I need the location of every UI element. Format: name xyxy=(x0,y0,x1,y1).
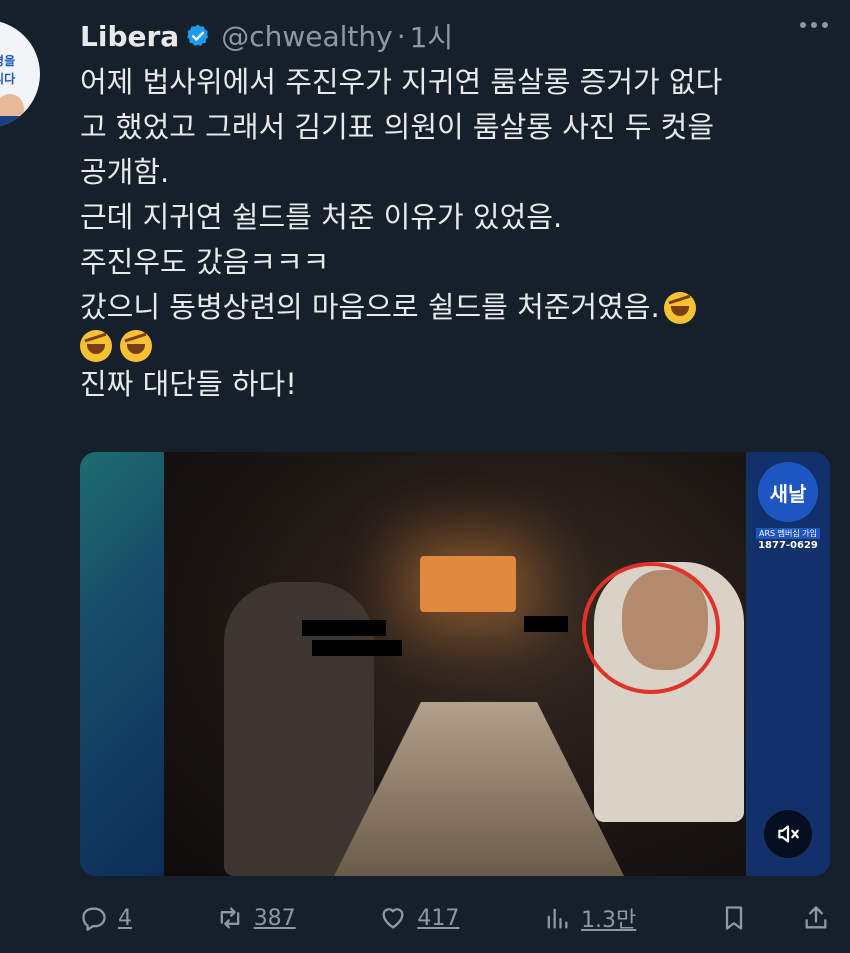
more-dot xyxy=(800,22,806,28)
table-lamp xyxy=(420,556,516,612)
tweet-text: 어제 법사위에서 주진우가 지귀연 룸살롱 증거가 없다 고 했었고 그래서 김… xyxy=(80,60,840,407)
heart-icon xyxy=(382,908,404,929)
highlight-circle xyxy=(582,562,720,694)
rofl-emoji-icon xyxy=(80,330,112,362)
mute-button[interactable] xyxy=(764,810,812,858)
avatar-text-1: 재명을 xyxy=(0,54,16,68)
bookmark-icon xyxy=(725,906,743,930)
share-button[interactable] xyxy=(802,904,830,932)
author-avatar[interactable]: 재명을 합니다 xyxy=(0,20,40,128)
reply-button[interactable]: 4 xyxy=(80,904,132,932)
verified-badge-icon xyxy=(187,24,209,46)
volume-muted-icon xyxy=(778,825,799,843)
channel-logo: 새날 xyxy=(758,462,818,522)
censor-bar xyxy=(312,640,402,656)
emoji-line xyxy=(80,330,840,362)
avatar-suit xyxy=(0,116,32,128)
tweet-line: 근데 지귀연 쉴드를 처준 이유가 있었음. xyxy=(80,200,563,234)
avatar-text-2: 합니다 xyxy=(0,72,16,86)
tweet-line-text: 갔으니 동병상련의 마음으로 쉴드를 처준거였음. xyxy=(80,290,660,324)
dining-table xyxy=(334,702,624,876)
bookmark-button[interactable] xyxy=(720,904,748,932)
tweet-timestamp[interactable]: 1시 xyxy=(410,16,454,56)
channel-logo-sub: ARS 멤버십 가입 xyxy=(756,528,820,539)
censor-bar xyxy=(302,620,386,636)
tweet-line: 공개함. xyxy=(80,155,170,189)
analytics-icon xyxy=(547,908,568,929)
video-side-panel xyxy=(80,452,164,876)
repost-icon xyxy=(220,907,240,929)
tweet-video[interactable]: 새날 ARS 멤버십 가입 1877-0629 xyxy=(80,452,830,876)
more-options-icon[interactable] xyxy=(800,22,828,28)
header-separator: · xyxy=(396,19,406,53)
view-count: 1.3만 xyxy=(581,908,637,933)
tweet-header: Libera @chwealthy · 1시 xyxy=(80,16,453,56)
views-button[interactable]: 1.3만 xyxy=(543,902,636,934)
tweet-line-with-emoji: 갔으니 동병상련의 마음으로 쉴드를 처준거였음. xyxy=(80,285,840,330)
share-icon xyxy=(805,906,827,929)
tweet-line: 주진우도 갔음ㅋㅋㅋ xyxy=(80,245,330,279)
reply-icon xyxy=(82,907,106,931)
tweet-actions: 4 387 417 1.3만 xyxy=(80,898,830,938)
tweet-line: 어제 법사위에서 주진우가 지귀연 룸살롱 증거가 없다 xyxy=(80,65,723,99)
author-handle[interactable]: @chwealthy xyxy=(221,20,393,53)
tweet-line: 진짜 대단들 하다! xyxy=(80,367,297,401)
more-dot xyxy=(811,22,817,28)
video-frame xyxy=(164,452,746,876)
more-dot xyxy=(822,22,828,28)
like-count: 417 xyxy=(417,905,460,931)
tweet-line: 고 했었고 그래서 김기표 의원이 룸살롱 사진 두 컷을 xyxy=(80,110,715,144)
secondary-actions xyxy=(720,904,830,932)
rofl-emoji-icon xyxy=(663,291,696,324)
censor-bar xyxy=(524,616,568,632)
author-name[interactable]: Libera xyxy=(80,20,179,53)
repost-count: 387 xyxy=(253,905,296,931)
channel-phone: 1877-0629 xyxy=(758,540,818,551)
repost-button[interactable]: 387 xyxy=(216,904,296,932)
rofl-emoji-icon xyxy=(120,330,152,362)
reply-count: 4 xyxy=(118,905,132,931)
like-button[interactable]: 417 xyxy=(379,904,459,932)
